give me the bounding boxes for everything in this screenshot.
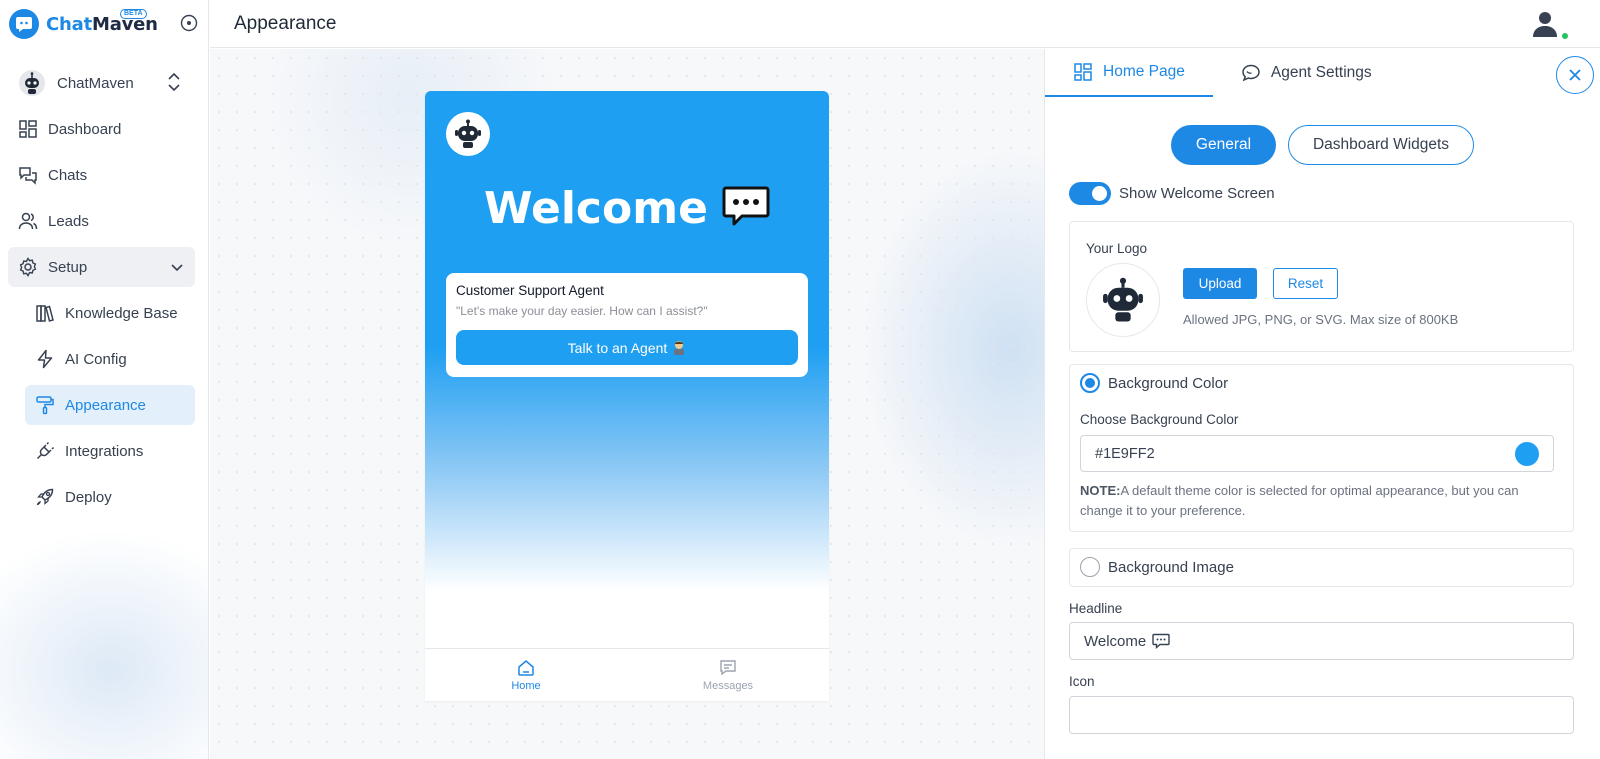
dashboard-icon bbox=[1074, 63, 1092, 81]
rocket-icon bbox=[36, 488, 54, 506]
sidebar-item-ai-config[interactable]: AI Config bbox=[25, 339, 195, 379]
settings-panel: Home Page Agent Settings General Dashboa… bbox=[1044, 49, 1600, 759]
online-status-dot bbox=[1561, 32, 1569, 40]
agent-card-subtitle: "Let's make your day easier. How can I a… bbox=[456, 304, 708, 318]
tab-agent-settings[interactable]: Agent Settings bbox=[1213, 49, 1400, 97]
background-color-option[interactable]: Background Color bbox=[1080, 373, 1228, 393]
sidebar-item-label: Integrations bbox=[65, 442, 144, 460]
beta-badge: BETA bbox=[120, 9, 147, 19]
widget-preview: Welcome Customer Support Agent "Let's ma… bbox=[425, 91, 829, 701]
sidebar-item-chats[interactable]: Chats bbox=[8, 155, 195, 195]
brand[interactable]: ChatMaven BETA bbox=[0, 0, 208, 48]
chat-bubble-icon bbox=[1242, 64, 1260, 82]
dashboard-widgets-button[interactable]: Dashboard Widgets bbox=[1288, 125, 1474, 165]
sidebar-item-label: Chats bbox=[48, 166, 88, 184]
headline-label: Headline bbox=[1069, 601, 1123, 616]
robot-avatar-icon bbox=[18, 69, 46, 97]
sidebar-item-label: Dashboard bbox=[48, 120, 122, 138]
plug-icon bbox=[36, 441, 55, 460]
tab-home-page[interactable]: Home Page bbox=[1045, 49, 1213, 97]
sidebar-item-label: Knowledge Base bbox=[65, 304, 178, 322]
books-icon bbox=[36, 305, 54, 322]
theme-color-note: NOTE:A default theme color is selected f… bbox=[1080, 483, 1519, 518]
leads-icon bbox=[18, 212, 38, 230]
show-welcome-toggle[interactable] bbox=[1069, 182, 1111, 205]
logo-hint: Allowed JPG, PNG, or SVG. Max size of 80… bbox=[1183, 312, 1459, 327]
background-image-radio[interactable] bbox=[1080, 557, 1100, 577]
upload-button[interactable]: Upload bbox=[1183, 268, 1257, 299]
sidebar-item-label: Deploy bbox=[65, 488, 112, 506]
sidebar-item-integrations[interactable]: Integrations bbox=[25, 431, 195, 471]
home-icon bbox=[518, 659, 534, 676]
show-welcome-label: Show Welcome Screen bbox=[1119, 185, 1275, 202]
agent-emoji-icon bbox=[672, 340, 686, 355]
sidebar-item-leads[interactable]: Leads bbox=[8, 201, 195, 241]
widget-preview-area: Welcome Customer Support Agent "Let's ma… bbox=[210, 49, 1044, 759]
target-icon[interactable] bbox=[180, 14, 198, 37]
agent-card: Customer Support Agent "Let's make your … bbox=[446, 273, 808, 377]
background-image-option[interactable]: Background Image bbox=[1080, 557, 1234, 577]
background-color-section: Background Color Choose Background Color… bbox=[1069, 364, 1574, 532]
widget-logo bbox=[446, 112, 490, 156]
page-title: Appearance bbox=[234, 13, 337, 34]
speech-bubble-icon bbox=[722, 185, 770, 238]
background-color-radio[interactable] bbox=[1080, 373, 1100, 393]
workspace-switcher[interactable]: ChatMaven bbox=[0, 57, 208, 109]
close-button[interactable] bbox=[1556, 56, 1594, 94]
dashboard-icon bbox=[19, 120, 37, 138]
sidebar-item-setup[interactable]: Setup bbox=[8, 247, 195, 287]
chat-logo-icon bbox=[9, 9, 39, 39]
bg-color-input[interactable]: #1E9FF2 bbox=[1080, 435, 1554, 472]
talk-to-agent-button[interactable]: Talk to an Agent bbox=[456, 330, 798, 365]
icon-input[interactable] bbox=[1069, 696, 1574, 734]
workspace-name: ChatMaven bbox=[57, 74, 134, 92]
headline-input[interactable]: Welcome bbox=[1069, 622, 1574, 660]
sidebar-item-deploy[interactable]: Deploy bbox=[25, 477, 195, 517]
sidebar-item-label: Setup bbox=[48, 258, 88, 276]
logo-preview bbox=[1086, 263, 1160, 337]
gear-icon bbox=[19, 257, 37, 277]
paint-roller-icon bbox=[36, 396, 54, 415]
agent-card-title: Customer Support Agent bbox=[456, 283, 604, 298]
chats-icon bbox=[19, 167, 37, 185]
chevron-down-icon bbox=[169, 259, 185, 279]
sidebar-item-label: AI Config bbox=[65, 350, 127, 368]
robot-logo-icon bbox=[1103, 277, 1143, 322]
sidebar: ChatMaven BETA ChatMaven Dashboard Chats… bbox=[0, 0, 209, 759]
speech-bubble-icon bbox=[1152, 633, 1170, 649]
sidebar-item-label: Leads bbox=[48, 212, 89, 230]
user-avatar-icon[interactable] bbox=[1532, 10, 1558, 43]
reset-button[interactable]: Reset bbox=[1273, 268, 1338, 299]
tab-messages[interactable]: Messages bbox=[627, 649, 829, 701]
robot-logo-icon bbox=[455, 119, 481, 148]
settings-tabs: Home Page Agent Settings bbox=[1045, 49, 1400, 97]
messages-icon bbox=[720, 659, 736, 675]
widget-bottom-nav: Home Messages bbox=[425, 648, 829, 701]
sidebar-item-label: Appearance bbox=[65, 396, 146, 414]
background-image-section: Background Image bbox=[1069, 548, 1574, 587]
general-button[interactable]: General bbox=[1171, 125, 1276, 165]
show-welcome-toggle-row: Show Welcome Screen bbox=[1069, 182, 1275, 205]
bolt-icon bbox=[37, 349, 53, 369]
logo-section: Your Logo Upload Reset Allowed JPG, PNG,… bbox=[1069, 221, 1574, 352]
sidebar-item-appearance[interactable]: Appearance bbox=[25, 385, 195, 425]
logo-section-title: Your Logo bbox=[1086, 241, 1148, 256]
chevron-updown-icon[interactable] bbox=[167, 71, 181, 98]
top-header: Appearance bbox=[210, 0, 1600, 48]
close-icon bbox=[1569, 69, 1581, 81]
sidebar-item-knowledge-base[interactable]: Knowledge Base bbox=[25, 293, 195, 333]
sidebar-item-dashboard[interactable]: Dashboard bbox=[8, 109, 195, 149]
icon-label: Icon bbox=[1069, 674, 1095, 689]
preview-headline: Welcome bbox=[425, 183, 829, 238]
tab-home[interactable]: Home bbox=[425, 649, 627, 701]
choose-bg-color-label: Choose Background Color bbox=[1080, 412, 1239, 427]
color-swatch[interactable] bbox=[1515, 442, 1539, 466]
